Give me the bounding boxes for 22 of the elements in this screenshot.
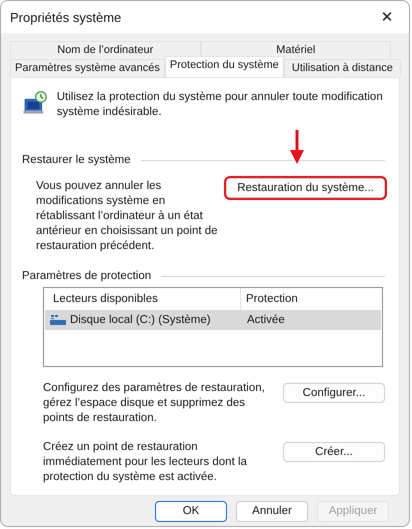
restore-description: Vous pouvez annuler les modifications système en rétablissant l’ordinateur à un état antérieur en choisissant un point de restauration précédent. xyxy=(36,179,219,254)
group-heading: Paramètres de protection xyxy=(22,270,152,282)
tab[interactable]: Nom de l’ordinateur xyxy=(10,41,200,59)
tab[interactable]: Protection du système xyxy=(164,56,284,77)
dialog-button[interactable]: OK xyxy=(155,500,227,522)
system-restore-button[interactable]: Restauration du système... xyxy=(226,178,385,198)
group-heading: Restaurer le système xyxy=(22,154,131,166)
action-button[interactable]: Créer... xyxy=(283,442,385,462)
table-cell-text: Activée xyxy=(246,314,285,326)
window-title: Propriétés système xyxy=(10,10,122,24)
close-button[interactable]: ✕ xyxy=(365,1,409,33)
tab[interactable]: Paramètres système avancés xyxy=(10,59,165,77)
action-button[interactable]: Configurer... xyxy=(283,383,385,403)
action-description: Créez un point de restauration immédiatement pour les lecteurs dont la protection du système est activée. xyxy=(43,440,248,485)
drive-row[interactable]: Disque local (C:) (Système) Activée xyxy=(45,310,381,330)
intro-text: Utilisez la protection du système pour annuler toute modification système indésirable. xyxy=(56,90,384,120)
table-cell: Disque local (C:) (Système) xyxy=(70,314,211,326)
tab[interactable]: Utilisation à distance xyxy=(284,59,401,77)
tab[interactable]: Matériel xyxy=(200,41,391,59)
dialog-button[interactable]: Annuler xyxy=(236,500,308,522)
action-description: Configurez des paramètres de restauration, gérez l’espace disque et supprimez des points de restauration. xyxy=(43,381,266,426)
column-header[interactable]: Lecteurs disponibles xyxy=(44,293,240,305)
